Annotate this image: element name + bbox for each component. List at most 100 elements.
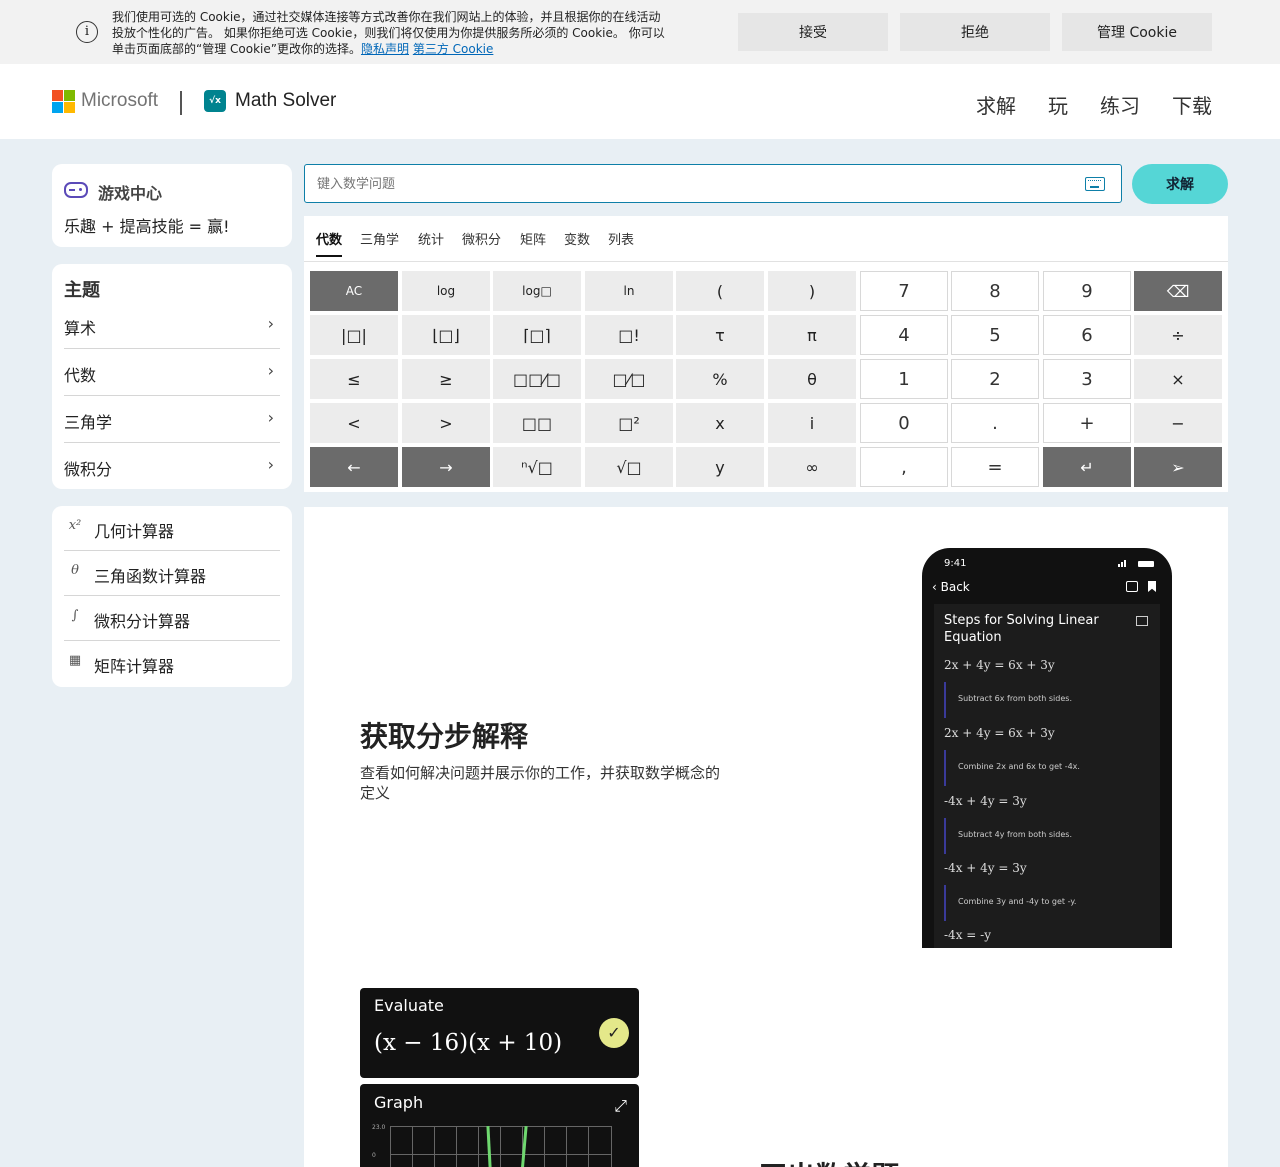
key-tau[interactable]: τ: [676, 315, 764, 355]
reject-button[interactable]: 拒绝: [900, 13, 1050, 51]
key-sqrt[interactable]: √□: [585, 447, 673, 487]
key-geq[interactable]: ≥: [402, 359, 490, 399]
key-ac[interactable]: AC: [310, 271, 398, 311]
nav-solve[interactable]: 求解: [976, 90, 1016, 119]
key-nth-root[interactable]: ⁿ√□: [493, 447, 581, 487]
graph-curve: [519, 1125, 528, 1167]
key-leq[interactable]: ≤: [310, 359, 398, 399]
key-open-paren[interactable]: (: [676, 271, 764, 311]
key-5[interactable]: 5: [951, 315, 1039, 355]
key-1[interactable]: 1: [860, 359, 948, 399]
tab-calculus[interactable]: 微积分: [462, 229, 501, 248]
keyboard-icon[interactable]: [1085, 177, 1105, 191]
key-fraction[interactable]: □⁄□: [585, 359, 673, 399]
key-7[interactable]: 7: [860, 271, 948, 311]
game-center-subtitle: 乐趣 + 提高技能 = 赢!: [64, 217, 230, 236]
nav-play[interactable]: 玩: [1048, 90, 1068, 119]
key-power[interactable]: □□: [493, 403, 581, 443]
key-6[interactable]: 6: [1043, 315, 1131, 355]
key-infinity[interactable]: ∞: [768, 447, 856, 487]
key-4[interactable]: 4: [860, 315, 948, 355]
nav-practice[interactable]: 练习: [1100, 90, 1140, 119]
tab-trigonometry[interactable]: 三角学: [360, 229, 399, 248]
key-divide[interactable]: ÷: [1134, 315, 1222, 355]
app-name[interactable]: Math Solver: [235, 90, 336, 112]
geometry-calculator-link[interactable]: x² 几何计算器: [64, 506, 280, 551]
key-minus[interactable]: −: [1134, 403, 1222, 443]
integral-icon: ∫: [71, 608, 79, 623]
graph-grid: [390, 1125, 612, 1167]
key-cursor-left[interactable]: ←: [310, 447, 398, 487]
key-8[interactable]: 8: [951, 271, 1039, 311]
key-factorial[interactable]: □!: [585, 315, 673, 355]
key-9[interactable]: 9: [1043, 271, 1131, 311]
key-theta[interactable]: θ: [768, 359, 856, 399]
key-percent[interactable]: %: [676, 359, 764, 399]
matrix-calculator-link[interactable]: ▦ 矩阵计算器: [64, 641, 280, 686]
key-greater[interactable]: >: [402, 403, 490, 443]
math-solver-icon[interactable]: √x: [204, 90, 226, 112]
topic-item-algebra[interactable]: 代数 ›: [64, 349, 280, 396]
tab-statistics[interactable]: 统计: [418, 229, 444, 248]
keypad-tabs: 代数 三角学 统计 微积分 矩阵 变数 列表: [304, 216, 1228, 262]
topic-item-calculus[interactable]: 微积分 ›: [64, 443, 280, 490]
key-log[interactable]: log: [402, 271, 490, 311]
key-y[interactable]: y: [676, 447, 764, 487]
topics-card: 主题 算术 › 代数 › 三角学 › 微积分 ›: [52, 264, 292, 489]
tab-list[interactable]: 列表: [608, 229, 634, 248]
key-equals[interactable]: =: [951, 447, 1039, 487]
key-close-paren[interactable]: ): [768, 271, 856, 311]
key-square[interactable]: □²: [585, 403, 673, 443]
key-pi[interactable]: π: [768, 315, 856, 355]
key-log-base[interactable]: log□: [493, 271, 581, 311]
checkmark-icon: ✓: [599, 1018, 629, 1048]
expand-icon: ⤢: [614, 1096, 627, 1115]
key-comma[interactable]: ,: [860, 447, 948, 487]
key-2[interactable]: 2: [951, 359, 1039, 399]
math-problem-input[interactable]: [317, 173, 1057, 195]
tab-algebra[interactable]: 代数: [316, 229, 343, 257]
key-mixed-fraction[interactable]: □□⁄□: [493, 359, 581, 399]
key-decimal[interactable]: .: [951, 403, 1039, 443]
key-abs[interactable]: |□|: [310, 315, 398, 355]
graph-card: Graph ⤢ 23.0 0: [360, 1084, 639, 1167]
topic-item-arithmetic[interactable]: 算术 ›: [64, 302, 280, 349]
key-x[interactable]: x: [676, 403, 764, 443]
key-i[interactable]: i: [768, 403, 856, 443]
reader-icon: [1136, 616, 1148, 626]
game-center-card[interactable]: 游戏中心 乐趣 + 提高技能 = 赢!: [52, 164, 292, 247]
solve-button[interactable]: 求解: [1132, 164, 1228, 204]
microsoft-logo-icon[interactable]: [52, 90, 75, 113]
key-plus[interactable]: +: [1043, 403, 1131, 443]
third-party-cookie-link[interactable]: 第三方 Cookie: [413, 42, 494, 56]
key-submit[interactable]: ➢: [1134, 447, 1222, 487]
key-enter[interactable]: ↵: [1043, 447, 1131, 487]
key-multiply[interactable]: ×: [1134, 359, 1222, 399]
key-floor[interactable]: ⌊□⌋: [402, 315, 490, 355]
key-backspace[interactable]: ⌫: [1134, 271, 1222, 311]
accept-button[interactable]: 接受: [738, 13, 888, 51]
key-cursor-right[interactable]: →: [402, 447, 490, 487]
matrix-icon: ▦: [68, 653, 82, 668]
privacy-link[interactable]: 隐私声明: [361, 42, 409, 56]
key-less[interactable]: <: [310, 403, 398, 443]
topic-item-trigonometry[interactable]: 三角学 ›: [64, 396, 280, 443]
key-0[interactable]: 0: [860, 403, 948, 443]
tab-variables[interactable]: 变数: [564, 229, 590, 248]
cookie-banner: i 我们使用可选的 Cookie，通过社交媒体连接等方式改善你在我们网站上的体验…: [0, 0, 1280, 64]
key-ceil[interactable]: ⌈□⌉: [493, 315, 581, 355]
tab-matrix[interactable]: 矩阵: [520, 229, 546, 248]
key-3[interactable]: 3: [1043, 359, 1131, 399]
microsoft-wordmark[interactable]: Microsoft: [81, 90, 158, 112]
manage-cookie-button[interactable]: 管理 Cookie: [1062, 13, 1212, 51]
key-ln[interactable]: ln: [585, 271, 673, 311]
evaluate-expression: (x − 16)(x + 10): [374, 1030, 563, 1056]
topics-title: 主题: [64, 280, 100, 301]
nav-download[interactable]: 下载: [1172, 90, 1212, 119]
calculus-calculator-link[interactable]: ∫ 微积分计算器: [64, 596, 280, 641]
feature-title-draw: 画出数学题: [759, 1155, 899, 1167]
chevron-right-icon: ›: [267, 455, 274, 474]
feature-title: 获取分步解释: [360, 720, 529, 753]
feature-description: 查看如何解决问题并展示你的工作，并获取数学概念的定义: [360, 764, 721, 802]
trig-calculator-link[interactable]: θ 三角函数计算器: [64, 551, 280, 596]
